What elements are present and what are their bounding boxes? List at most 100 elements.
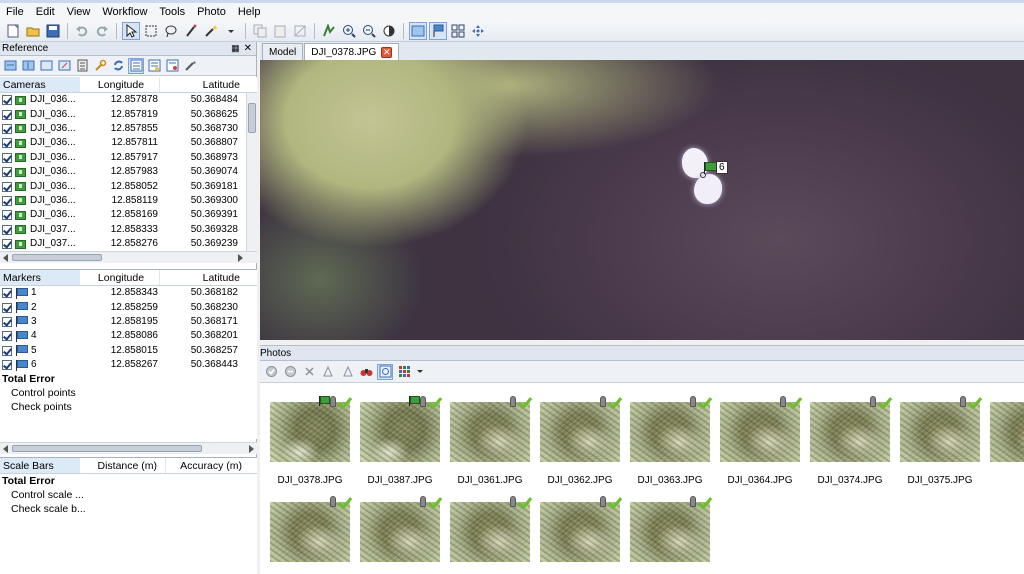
menu-help[interactable]: Help (232, 4, 267, 20)
cameras-horizontal-scrollbar[interactable] (0, 251, 257, 263)
table-icon[interactable] (38, 58, 54, 74)
menu-workflow[interactable]: Workflow (96, 4, 153, 20)
checkbox[interactable] (2, 316, 12, 327)
checkbox[interactable] (2, 152, 12, 163)
checkbox[interactable] (2, 210, 12, 221)
rotate-left-icon[interactable] (320, 364, 336, 380)
marker-point[interactable] (700, 172, 706, 178)
import-reference-icon[interactable] (2, 58, 18, 74)
filter-binoculars-icon[interactable] (358, 364, 374, 380)
brush-icon[interactable] (182, 22, 200, 40)
rotate-right-icon[interactable] (339, 364, 355, 380)
menu-file[interactable]: File (0, 4, 30, 20)
show-cameras-icon[interactable] (409, 21, 427, 40)
disable-camera-icon[interactable] (282, 364, 298, 380)
photo-thumbnail[interactable]: DJI_0375.JPG (899, 396, 981, 486)
calculator-icon[interactable] (74, 58, 90, 74)
column-header-latitude[interactable]: Latitude (160, 270, 246, 285)
photo-thumbnail[interactable] (629, 496, 711, 574)
table-row[interactable]: DJI_036... 12.858169 50.369391 (0, 208, 257, 222)
column-header-longitude[interactable]: Longitude (80, 77, 160, 92)
column-header-latitude[interactable]: Latitude (160, 77, 246, 92)
settings-icon[interactable] (182, 58, 198, 74)
checkbox[interactable] (2, 331, 12, 342)
table-row[interactable]: DJI_037... 12.858276 50.369239 (0, 237, 257, 251)
markers-horizontal-scrollbar[interactable] (0, 442, 257, 454)
photo-thumbnail[interactable]: DJI_0374.JPG (809, 396, 891, 486)
table-row[interactable]: DJI_037... 12.858333 50.369328 (0, 223, 257, 237)
photo-thumbnail[interactable] (269, 496, 351, 574)
cameras-vertical-scrollbar[interactable] (246, 93, 257, 251)
update-icon[interactable] (110, 58, 126, 74)
photo-thumbnail[interactable] (359, 496, 441, 574)
menu-view[interactable]: View (61, 4, 97, 20)
table-row[interactable]: 4 12.858086 50.368201 (0, 329, 257, 343)
rotate-object-icon[interactable] (320, 22, 338, 40)
checkbox[interactable] (2, 109, 12, 120)
scroll-right-icon[interactable] (249, 445, 254, 453)
checkbox[interactable] (2, 239, 12, 250)
checkbox[interactable] (2, 138, 12, 149)
table-row[interactable]: DJI_036... 12.857819 50.368625 (0, 107, 257, 121)
close-icon[interactable]: ✕ (244, 43, 252, 54)
table-row[interactable]: DJI_036... 12.857855 50.368730 (0, 122, 257, 136)
checkbox[interactable] (2, 95, 12, 106)
checkbox[interactable] (2, 224, 12, 235)
zoom-in-icon[interactable] (340, 22, 358, 40)
column-header-accuracy[interactable]: Accuracy (m) (166, 458, 246, 473)
open-folder-icon[interactable] (24, 22, 42, 40)
checkbox[interactable] (2, 167, 12, 178)
photo-thumbnail[interactable]: DJI_0364.JPG (719, 396, 801, 486)
crop-icon[interactable] (291, 22, 309, 40)
view-estimated-icon[interactable] (146, 58, 162, 74)
save-icon[interactable] (44, 22, 62, 40)
remove-camera-icon[interactable] (301, 364, 317, 380)
checkbox[interactable] (2, 302, 12, 313)
scroll-left-icon[interactable] (3, 445, 8, 453)
table-refresh-icon[interactable] (56, 58, 72, 74)
paste-icon[interactable] (271, 22, 289, 40)
undo-icon[interactable] (73, 22, 91, 40)
table-row[interactable]: DJI_036... 12.857917 50.368973 (0, 151, 257, 165)
move-icon[interactable] (469, 22, 487, 40)
view-source-icon[interactable] (128, 57, 144, 74)
magic-wand-icon[interactable] (202, 22, 220, 40)
enable-camera-icon[interactable] (263, 364, 279, 380)
column-header-markers[interactable]: Markers (0, 270, 80, 285)
table-row[interactable]: 3 12.858195 50.368171 (0, 315, 257, 329)
table-row[interactable]: 5 12.858015 50.368257 (0, 344, 257, 358)
table-row[interactable]: DJI_036... 12.857878 50.368484 (0, 93, 257, 107)
checkbox[interactable] (2, 123, 12, 134)
tab-model[interactable]: Model (262, 43, 304, 60)
scrollbar-thumb[interactable] (248, 103, 256, 133)
table-row[interactable]: 6 12.858267 50.368443 (0, 358, 257, 372)
grid-view-icon[interactable] (449, 22, 467, 40)
photo-thumbnail[interactable]: DJI_0362.JPG (539, 396, 621, 486)
brightness-icon[interactable] (380, 22, 398, 40)
photo-thumbnail[interactable]: DJI_0378.JPG (269, 396, 351, 486)
column-header-cameras[interactable]: Cameras (0, 77, 80, 92)
table-row[interactable]: DJI_036... 12.858119 50.369300 (0, 194, 257, 208)
checkbox[interactable] (2, 181, 12, 192)
table-row[interactable]: DJI_036... 12.858052 50.369181 (0, 179, 257, 193)
lasso-selection-icon[interactable] (162, 22, 180, 40)
photo-thumbnail[interactable]: DJI_0363.JPG (629, 396, 711, 486)
scrollbar-thumb[interactable] (12, 254, 102, 261)
marker-flag-icon[interactable] (704, 162, 717, 174)
checkbox[interactable] (2, 360, 12, 371)
column-header-longitude[interactable]: Longitude (80, 270, 160, 285)
table-row[interactable]: DJI_036... 12.857811 50.368807 (0, 136, 257, 150)
filter-by-markers-icon[interactable] (377, 363, 393, 380)
photo-thumbnail[interactable]: DJI_0361.JPG (449, 396, 531, 486)
tab-photo[interactable]: DJI_0378.JPG ✕ (304, 43, 400, 60)
column-header-scale-bars[interactable]: Scale Bars (0, 458, 80, 473)
thumbnail-view-icon[interactable] (396, 364, 412, 380)
copy-icon[interactable] (251, 22, 269, 40)
wrench-icon[interactable] (92, 58, 108, 74)
photo-viewport[interactable]: 6 (260, 60, 1024, 340)
menu-edit[interactable]: Edit (30, 4, 61, 20)
photo-thumbnail[interactable]: DJI_0387.JPG (359, 396, 441, 486)
photo-thumbnail[interactable] (449, 496, 531, 574)
view-errors-icon[interactable] (164, 58, 180, 74)
scroll-right-icon[interactable] (238, 254, 243, 262)
